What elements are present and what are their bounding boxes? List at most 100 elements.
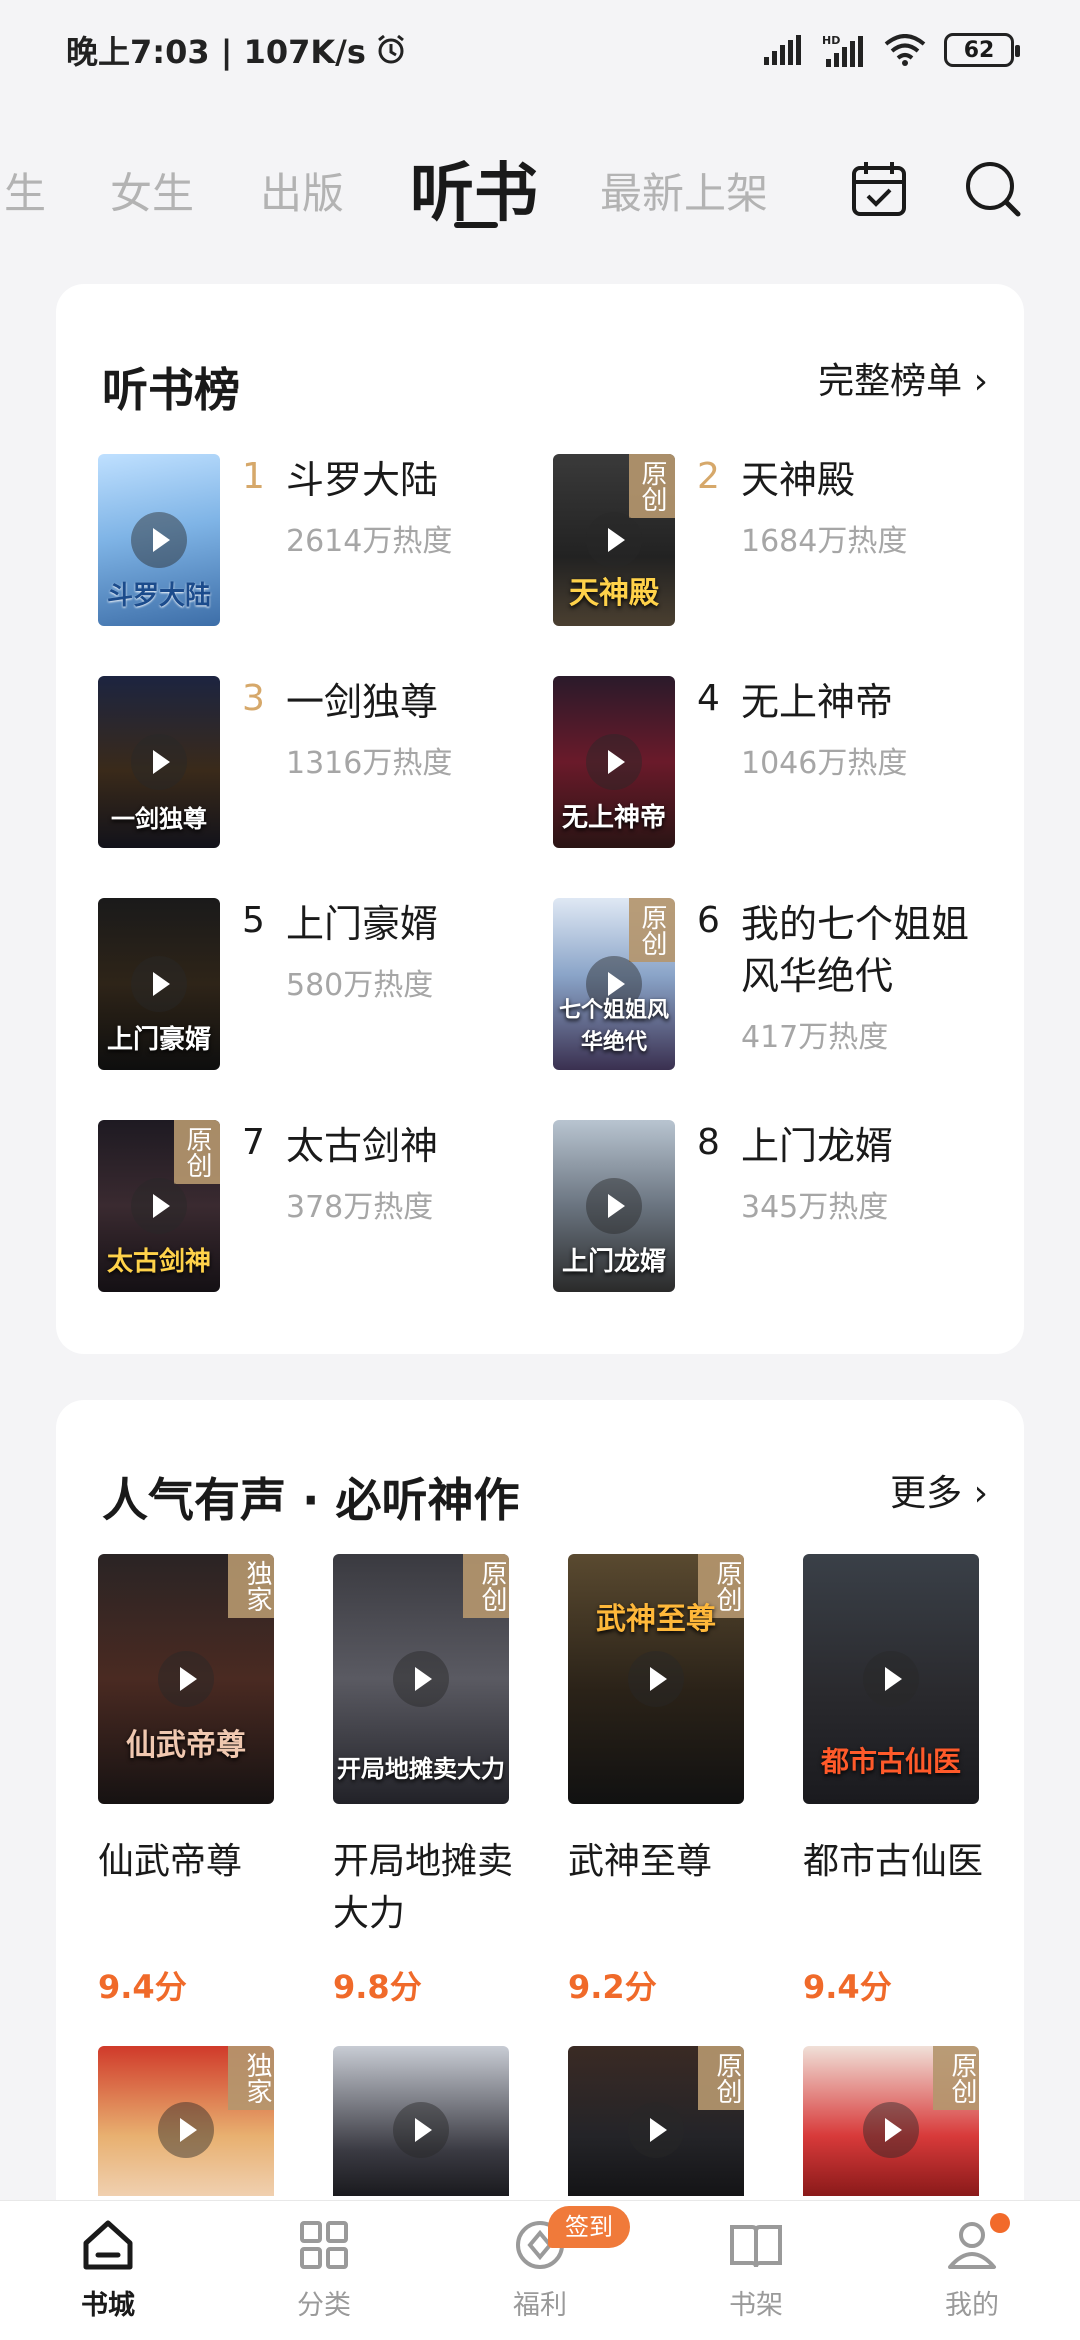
book-cover[interactable]: 上门龙婿 bbox=[553, 1120, 675, 1292]
popular-more-link[interactable]: 更多 › bbox=[890, 1464, 988, 1516]
book-heat: 580万热度 bbox=[286, 968, 434, 1003]
cover-tag: 原创 bbox=[174, 1120, 220, 1184]
rank-item[interactable]: 原创 天神殿 2 天神殿 1684万热度 bbox=[553, 454, 1003, 634]
popular-card: 人气有声 · 必听神作 更多 › 独家 仙武帝尊 仙武帝尊 9.4分 原创 开局… bbox=[56, 1400, 1024, 2260]
play-icon[interactable] bbox=[393, 2102, 449, 2158]
book-title[interactable]: 太古剑神 bbox=[286, 1120, 546, 1172]
rank-number: 8 bbox=[697, 1122, 720, 1163]
book-title[interactable]: 一剑独尊 bbox=[286, 676, 546, 728]
book-heat: 2614万热度 bbox=[286, 524, 453, 559]
alarm-icon bbox=[377, 34, 404, 64]
ranking-title: 听书榜 bbox=[102, 363, 240, 417]
rank-number: 6 bbox=[697, 900, 720, 941]
cover-tag: 原创 bbox=[698, 2046, 744, 2110]
play-icon[interactable] bbox=[586, 734, 642, 790]
play-icon[interactable] bbox=[131, 1178, 187, 1234]
search-icon[interactable] bbox=[962, 158, 1024, 220]
book-title[interactable]: 斗罗大陆 bbox=[286, 454, 546, 506]
rank-item[interactable]: 无上神帝 4 无上神帝 1046万热度 bbox=[553, 676, 1003, 856]
rank-item[interactable]: 斗罗大陆 1 斗罗大陆 2614万热度 bbox=[98, 454, 548, 634]
play-icon[interactable] bbox=[158, 2102, 214, 2158]
book-cover[interactable]: 独家 仙武帝尊 bbox=[98, 1554, 274, 1804]
ranking-card: 听书榜 完整榜单 › 斗罗大陆 1 斗罗大陆 2614万热度 原创 天神殿 2 … bbox=[56, 284, 1024, 1354]
rank-item[interactable]: 上门龙婿 8 上门龙婿 345万热度 bbox=[553, 1120, 1003, 1300]
bottom-nav-bookshelf[interactable]: 书架 bbox=[696, 2215, 816, 2322]
rank-item[interactable]: 原创 七个姐姐风华绝代 6 我的七个姐姐风华绝代 417万热度 bbox=[553, 898, 1003, 1078]
book-cover[interactable]: 原创 太古剑神 bbox=[98, 1120, 220, 1292]
bottom-nav-category[interactable]: 分类 bbox=[264, 2215, 384, 2322]
book-cover[interactable]: 独家 bbox=[98, 2046, 274, 2196]
rank-number: 5 bbox=[242, 900, 265, 941]
rank-item[interactable]: 一剑独尊 3 一剑独尊 1316万热度 bbox=[98, 676, 548, 856]
book-title[interactable]: 仙武帝尊 bbox=[98, 1836, 298, 1888]
book-cover[interactable]: 原创 开局地摊卖大力 bbox=[333, 1554, 509, 1804]
book-cover[interactable]: 原创 七个姐姐风华绝代 bbox=[553, 898, 675, 1070]
status-bar: 晚上7:03 | 107K/s HD 62 bbox=[0, 0, 1080, 100]
book-title[interactable]: 天神殿 bbox=[741, 454, 1001, 506]
rank-number: 2 bbox=[697, 456, 720, 497]
book-score: 9.8分 bbox=[333, 1968, 422, 2006]
sign-in-badge[interactable]: 签到 bbox=[548, 2206, 630, 2248]
notification-dot bbox=[990, 2213, 1010, 2233]
play-icon[interactable] bbox=[586, 1178, 642, 1234]
book-cover[interactable]: 一剑独尊 bbox=[98, 676, 220, 848]
tab-publish[interactable]: 出版 bbox=[260, 160, 344, 221]
book-cover[interactable]: 原创 天神殿 bbox=[553, 454, 675, 626]
book-title[interactable]: 开局地摊卖大力 bbox=[333, 1836, 533, 1940]
book-cover[interactable]: 都市古仙医 bbox=[803, 1554, 979, 1804]
book-score: 9.4分 bbox=[803, 1968, 892, 2006]
book-cover[interactable]: 原创 武神至尊 bbox=[568, 1554, 744, 1804]
play-icon[interactable] bbox=[586, 512, 642, 568]
book-title[interactable]: 我的七个姐姐风华绝代 bbox=[741, 898, 1001, 1002]
book-title[interactable]: 都市古仙医 bbox=[803, 1836, 1003, 1888]
book-cover[interactable] bbox=[333, 2046, 509, 2196]
book-heat: 378万热度 bbox=[286, 1190, 434, 1225]
popular-title: 人气有声 · 必听神作 bbox=[102, 1473, 520, 1527]
book-icon bbox=[730, 2225, 782, 2268]
play-icon[interactable] bbox=[863, 2102, 919, 2158]
cover-tag: 原创 bbox=[933, 2046, 979, 2110]
bottom-nav-bookstore[interactable]: 书城 bbox=[48, 2215, 168, 2322]
ranking-more-link[interactable]: 完整榜单 › bbox=[818, 352, 988, 404]
calendar-checkin-icon[interactable] bbox=[848, 158, 910, 220]
rank-number: 1 bbox=[242, 456, 265, 497]
play-icon[interactable] bbox=[628, 2102, 684, 2158]
rank-item[interactable]: 原创 太古剑神 7 太古剑神 378万热度 bbox=[98, 1120, 548, 1300]
svg-text:HD: HD bbox=[822, 34, 840, 47]
book-title[interactable]: 无上神帝 bbox=[741, 676, 1001, 728]
play-icon[interactable] bbox=[131, 956, 187, 1012]
play-icon[interactable] bbox=[393, 1651, 449, 1707]
book-cover[interactable]: 斗罗大陆 bbox=[98, 454, 220, 626]
book-title[interactable]: 上门豪婿 bbox=[286, 898, 546, 950]
status-icons: HD 62 bbox=[764, 33, 1020, 67]
book-title[interactable]: 上门龙婿 bbox=[741, 1120, 1001, 1172]
rank-number: 4 bbox=[697, 678, 720, 719]
book-heat: 1316万热度 bbox=[286, 746, 453, 781]
book-heat: 345万热度 bbox=[741, 1190, 889, 1225]
play-icon[interactable] bbox=[131, 734, 187, 790]
bottom-nav-mine[interactable]: 我的 bbox=[912, 2215, 1032, 2322]
cover-tag: 原创 bbox=[463, 1554, 509, 1618]
book-cover[interactable]: 无上神帝 bbox=[553, 676, 675, 848]
play-icon[interactable] bbox=[158, 1651, 214, 1707]
cover-tag: 独家 bbox=[228, 2046, 274, 2110]
tab-new-arrivals[interactable]: 最新上架 bbox=[600, 160, 768, 221]
play-icon[interactable] bbox=[863, 1651, 919, 1707]
play-icon[interactable] bbox=[131, 512, 187, 568]
rank-item[interactable]: 上门豪婿 5 上门豪婿 580万热度 bbox=[98, 898, 548, 1078]
rank-number: 7 bbox=[242, 1122, 265, 1163]
book-cover[interactable]: 上门豪婿 bbox=[98, 898, 220, 1070]
cover-tag: 原创 bbox=[629, 898, 675, 962]
wifi-icon bbox=[884, 34, 926, 66]
play-icon[interactable] bbox=[628, 1651, 684, 1707]
signal-hd-icon: HD bbox=[822, 34, 863, 67]
book-cover[interactable]: 原创 bbox=[803, 2046, 979, 2196]
tab-female[interactable]: 女生 bbox=[110, 160, 194, 221]
book-heat: 417万热度 bbox=[741, 1020, 889, 1055]
status-time-speed: 晚上7:03 | 107K/s bbox=[66, 27, 408, 73]
tab-male[interactable]: 生 bbox=[4, 160, 46, 221]
rank-number: 3 bbox=[242, 678, 265, 719]
tab-audiobook[interactable]: 听书 bbox=[410, 142, 538, 234]
book-cover[interactable]: 原创 bbox=[568, 2046, 744, 2196]
book-title[interactable]: 武神至尊 bbox=[568, 1836, 768, 1888]
